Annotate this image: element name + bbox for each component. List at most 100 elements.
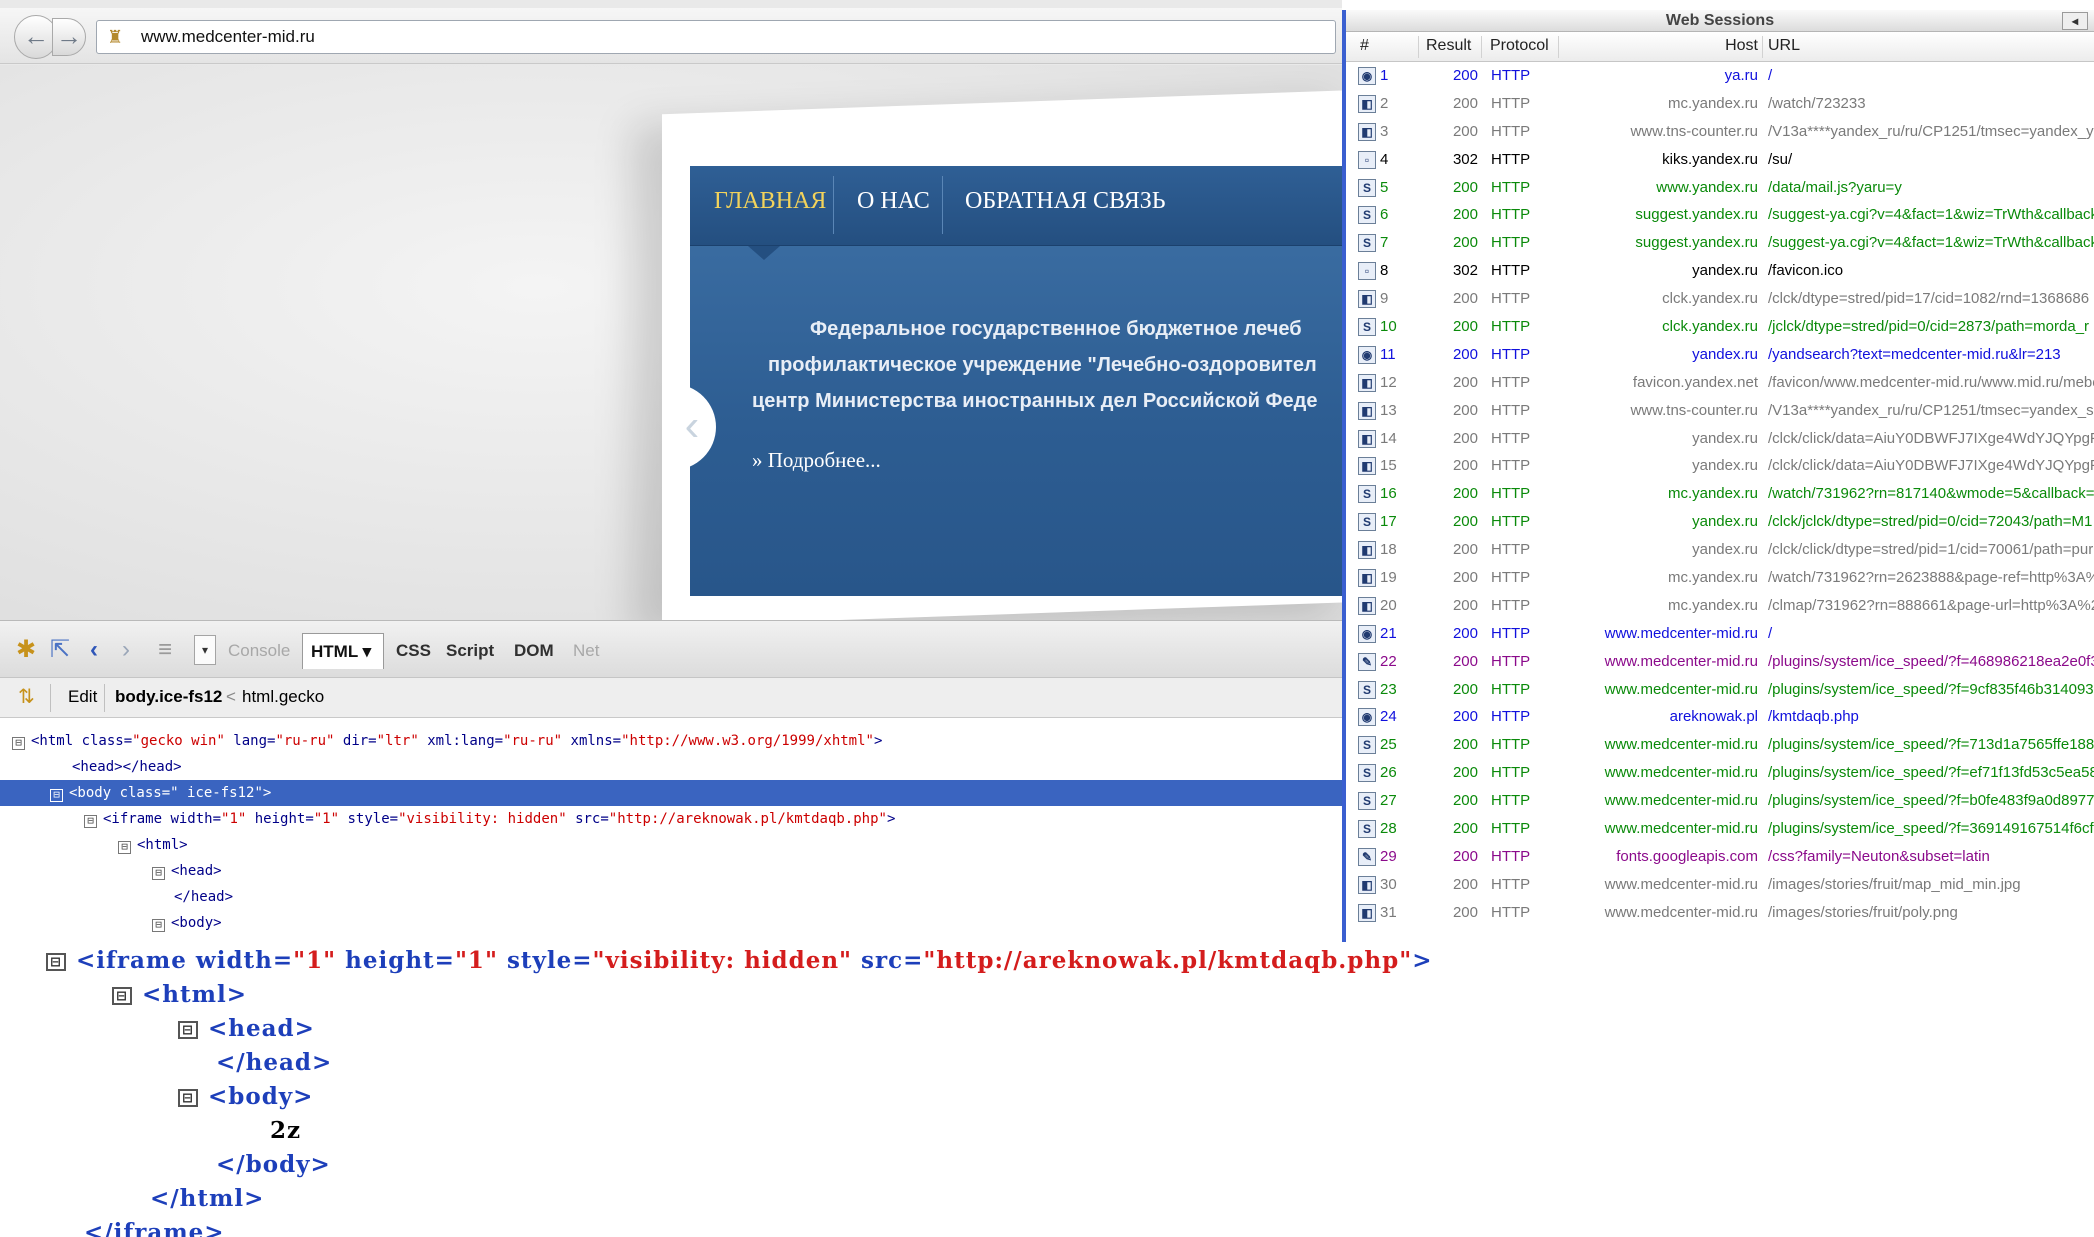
session-type-icon: ◧ (1358, 596, 1376, 615)
column-url[interactable]: URL (1768, 37, 1800, 55)
session-row[interactable]: S 25 200 HTTP www.medcenter-mid.ru/plugins/s… (1346, 731, 2094, 759)
url-bar[interactable]: ♜ www.medcenter-mid.ru (96, 20, 1336, 54)
site-nav-contact[interactable]: ОБРАТНАЯ СВЯЗЬ (965, 188, 1166, 215)
session-row[interactable]: ◧ 13 200 HTTP www.tns-counter.ru/V13a****yan… (1346, 397, 2094, 425)
session-protocol: HTTP (1491, 485, 1531, 503)
close-icon[interactable]: ◂ (2062, 12, 2088, 30)
session-row[interactable]: ◧ 2 200 HTTP mc.yandex.ru/watch/723233 (1346, 90, 2094, 118)
session-row[interactable]: S 5 200 HTTP www.yandex.ru/data/mail.js?yaru… (1346, 174, 2094, 202)
collapse-toggle-icon[interactable]: ⊟ (84, 815, 97, 828)
session-type-icon: S (1358, 485, 1376, 504)
session-row[interactable]: ✎ 29 200 HTTP fonts.googleapis.com/css?famil… (1346, 843, 2094, 871)
edit-button[interactable]: Edit (68, 678, 97, 716)
attr-name: height= (336, 947, 455, 974)
session-row[interactable]: ◧ 14 200 HTTP yandex.ru/clck/click/data=AiuY… (1346, 425, 2094, 453)
session-type-icon: S (1358, 792, 1376, 811)
site-nav-home[interactable]: ГЛАВНАЯ (714, 188, 826, 215)
column-number[interactable]: # (1360, 37, 1369, 55)
collapse-toggle-icon[interactable]: ⊟ (50, 789, 63, 802)
collapse-toggle-icon[interactable]: ⊟ (178, 1021, 198, 1039)
collapse-toggle-icon[interactable]: ⊟ (152, 867, 165, 880)
tree-node[interactable]: <head></head> (72, 754, 182, 780)
tab-console[interactable]: Console (228, 641, 290, 661)
session-host: yandex.ru (1692, 429, 1758, 447)
session-row[interactable]: ▫ 4 302 HTTP kiks.yandex.ru/su/ (1346, 146, 2094, 174)
session-type-icon: S (1358, 234, 1376, 253)
list-icon[interactable]: ≡ (158, 637, 172, 663)
session-row[interactable]: S 7 200 HTTP suggest.yandex.ru/suggest-ya.cg… (1346, 229, 2094, 257)
column-divider (1558, 36, 1559, 58)
session-host: www.medcenter-mid.ru (1604, 680, 1758, 698)
site-nav-about[interactable]: О НАС (857, 188, 930, 215)
breadcrumb-scroll-icon[interactable]: ⇅ (18, 678, 35, 716)
breadcrumb-current[interactable]: body.ice-fs12 (115, 678, 222, 716)
session-row[interactable]: S 17 200 HTTP yandex.ru/clck/jclck/dtype=str… (1346, 508, 2094, 536)
collapse-toggle-icon[interactable]: ⊟ (118, 841, 131, 854)
breadcrumb-parent[interactable]: html.gecko (242, 678, 324, 716)
session-row[interactable]: S 16 200 HTTP mc.yandex.ru/watch/731962?rn=8… (1346, 480, 2094, 508)
collapse-toggle-icon[interactable]: ⊟ (12, 737, 25, 750)
column-host[interactable]: Host (1706, 37, 1758, 55)
html-tree: ⊟ <html class="gecko win" lang="ru-ru" di… (0, 718, 1342, 942)
session-row[interactable]: ◧ 20 200 HTTP mc.yandex.ru/clmap/731962?rn=8… (1346, 592, 2094, 620)
tree-node[interactable]: ⊟ <body> (152, 910, 222, 936)
tree-node[interactable]: ⊟ <iframe width="1" height="1" style="vis… (84, 806, 895, 832)
tree-node[interactable]: ⊟ <html> (118, 832, 188, 858)
tree-node[interactable]: </head> (174, 884, 233, 910)
tab-css[interactable]: CSS (396, 641, 431, 661)
session-row[interactable]: ◉ 1 200 HTTP ya.ru / (1346, 62, 2094, 90)
tab-net[interactable]: Net (573, 641, 599, 661)
session-row[interactable]: S 6 200 HTTP suggest.yandex.ru/suggest-ya.cg… (1346, 201, 2094, 229)
session-result: 200 (1452, 178, 1478, 196)
tree-node[interactable]: ⊟ <html class="gecko win" lang="ru-ru" di… (12, 728, 882, 754)
firebug-icon[interactable]: ✱ (16, 637, 36, 663)
zoom-code-line: </body> (216, 1151, 331, 1178)
session-row[interactable]: ◧ 9 200 HTTP clck.yandex.ru/clck/dtype=stred… (1346, 285, 2094, 313)
attr-value: "gecko win" (132, 733, 225, 749)
session-row[interactable]: ◉ 21 200 HTTP www.medcenter-mid.ru / (1346, 620, 2094, 648)
attr-value: "ru-ru" (275, 733, 335, 749)
tree-node-selected[interactable]: ⊟ <body class=" ice-fs12"> (0, 780, 1342, 806)
session-row[interactable]: ◧ 19 200 HTTP mc.yandex.ru/watch/731962?rn=2… (1346, 564, 2094, 592)
tab-html[interactable]: HTML ▾ (302, 633, 384, 669)
session-row[interactable]: S 26 200 HTTP www.medcenter-mid.ru/plugins/s… (1346, 759, 2094, 787)
session-row[interactable]: ◧ 18 200 HTTP yandex.ru/clck/click/dtype=str… (1346, 536, 2094, 564)
session-row[interactable]: S 28 200 HTTP www.medcenter-mid.ru/plugins/s… (1346, 815, 2094, 843)
chevron-right-icon[interactable]: › (122, 637, 130, 663)
session-row[interactable]: S 23 200 HTTP www.medcenter-mid.ru/plugins/s… (1346, 676, 2094, 704)
collapse-toggle-icon[interactable]: ⊟ (178, 1089, 198, 1107)
collapse-toggle-icon[interactable]: ⊟ (152, 919, 165, 932)
session-host: www.medcenter-mid.ru (1604, 875, 1758, 893)
session-row[interactable]: ◧ 12 200 HTTP favicon.yandex.net/favicon/www… (1346, 369, 2094, 397)
column-result[interactable]: Result (1426, 37, 1471, 55)
session-row[interactable]: ◧ 31 200 HTTP www.medcenter-mid.ru/images/st… (1346, 899, 2094, 927)
session-result: 200 (1452, 318, 1478, 336)
collapse-toggle-icon[interactable]: ⊟ (112, 987, 132, 1005)
session-row[interactable]: ◧ 30 200 HTTP www.medcenter-mid.ru/images/st… (1346, 871, 2094, 899)
chevron-left-icon[interactable]: ‹ (90, 637, 98, 663)
forward-button[interactable]: → (52, 18, 86, 56)
session-protocol: HTTP (1491, 847, 1531, 865)
session-row[interactable]: ◧ 3 200 HTTP www.tns-counter.ru/V13a****yand… (1346, 118, 2094, 146)
tag-end: > (1412, 947, 1433, 974)
tab-dom[interactable]: DOM (514, 641, 554, 661)
attr-name: class= (81, 733, 133, 749)
session-protocol: HTTP (1491, 373, 1531, 391)
session-result: 200 (1452, 373, 1478, 391)
inspect-icon[interactable]: ⇱ (50, 637, 70, 663)
panel-menu-button[interactable]: ▾ (194, 635, 216, 665)
read-more-link[interactable]: » Подробнее... (752, 448, 881, 473)
column-protocol[interactable]: Protocol (1490, 37, 1549, 55)
session-row[interactable]: ◉ 11 200 HTTP yandex.ru/yandsearch?text=medc… (1346, 341, 2094, 369)
session-row[interactable]: ◉ 24 200 HTTP areknowak.pl/kmtdaqb.php (1346, 703, 2094, 731)
session-url: /css?family=Neuton&subset=latin (1768, 847, 1990, 865)
session-row[interactable]: ✎ 22 200 HTTP www.medcenter-mid.ru/plugins/s… (1346, 648, 2094, 676)
session-row[interactable]: ◧ 15 200 HTTP yandex.ru/clck/click/data=AiuY… (1346, 452, 2094, 480)
tab-script[interactable]: Script (446, 641, 494, 661)
session-row[interactable]: S 27 200 HTTP www.medcenter-mid.ru/plugins/s… (1346, 787, 2094, 815)
tree-node[interactable]: ⊟ <head> (152, 858, 222, 884)
session-row[interactable]: S 10 200 HTTP clck.yandex.ru/jclck/dtype=str… (1346, 313, 2094, 341)
collapse-toggle-icon[interactable]: ⊟ (46, 953, 66, 971)
session-row[interactable]: ▫ 8 302 HTTP yandex.ru/favicon.ico (1346, 257, 2094, 285)
attr-name: class= (119, 785, 171, 801)
